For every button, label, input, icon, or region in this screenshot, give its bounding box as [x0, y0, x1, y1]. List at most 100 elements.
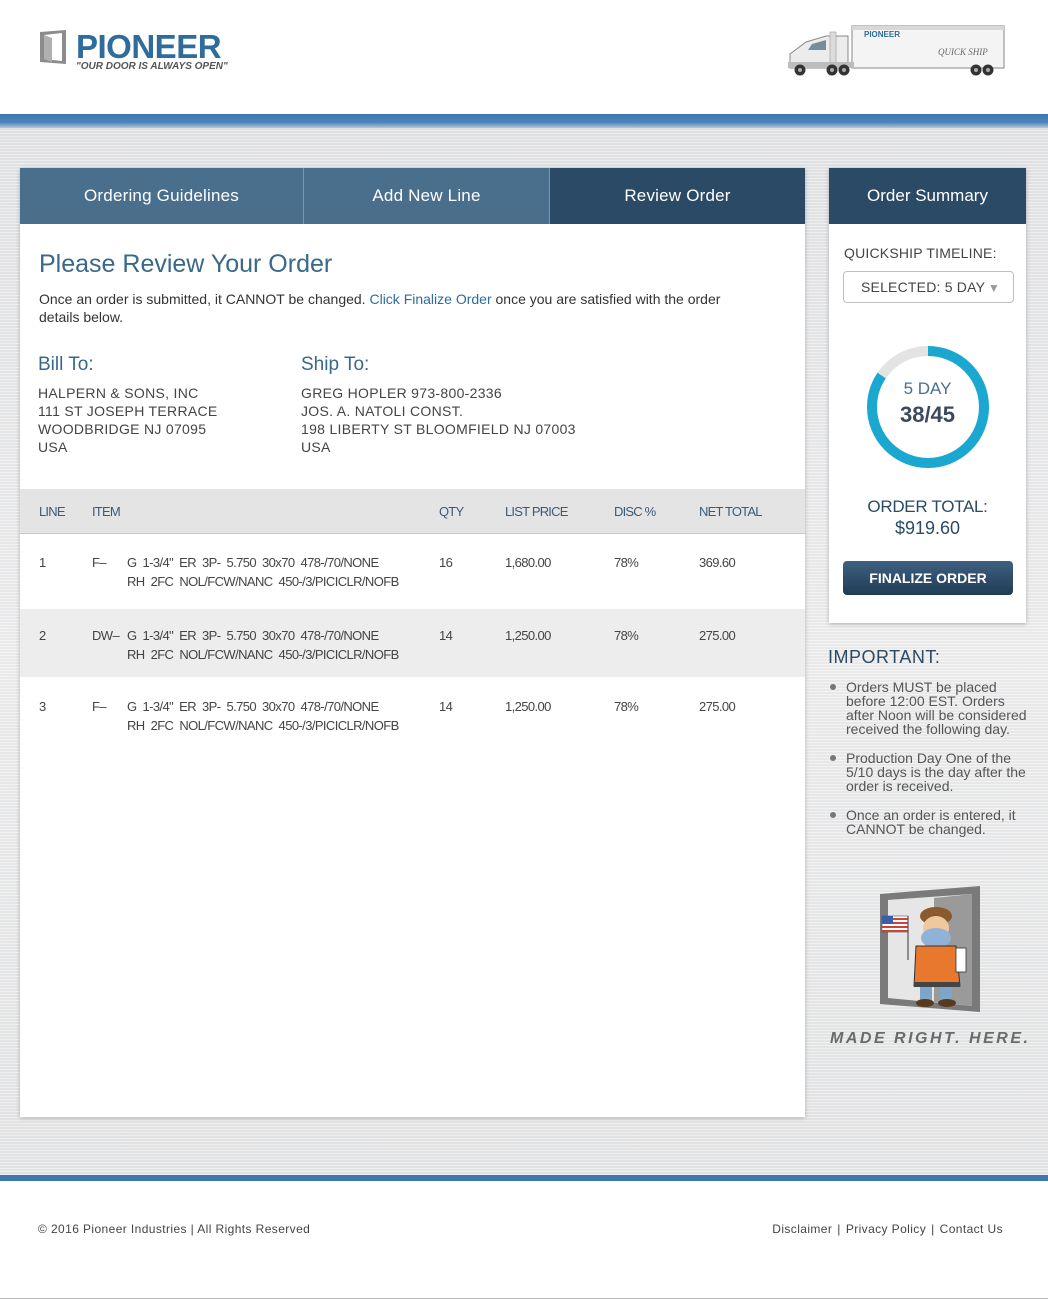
timeline-selected-value: SELECTED: 5 DAY — [861, 279, 986, 295]
disclaimer-link[interactable]: Disclaimer — [772, 1222, 832, 1236]
row-line: 1 — [39, 555, 46, 570]
important-item-text: Production Day One of the 5/10 days is t… — [846, 750, 1026, 794]
truck-brand: PIONEER — [864, 30, 900, 39]
important-item: Production Day One of the 5/10 days is t… — [828, 751, 1028, 793]
row-desc-line2: RH 2FC NOL/FCW/NANC 450-/3/PICICLR/NOFB — [127, 574, 399, 589]
table-header: LINE ITEM QTY LIST PRICE DISC % NET TOTA… — [20, 489, 805, 534]
bill-to-line: WOODBRIDGE NJ 07095 — [38, 421, 207, 437]
site-header: PIONEER "OUR DOOR IS ALWAYS OPEN" PIONEE… — [0, 0, 1048, 114]
order-summary-heading: Order Summary — [829, 168, 1026, 224]
bill-to-address: HALPERN & SONS, INC 111 ST JOSEPH TERRAC… — [38, 384, 218, 456]
review-panel: Ordering Guidelines Add New Line Review … — [20, 168, 805, 1117]
header-divider — [0, 114, 1048, 128]
order-summary-panel: Order Summary QUICKSHIP TIMELINE: SELECT… — [829, 168, 1026, 623]
row-disc: 78% — [614, 628, 639, 643]
row-qty: 14 — [439, 699, 453, 714]
important-list: Orders MUST be placed before 12:00 EST. … — [828, 680, 1028, 851]
bottom-rule — [0, 1298, 1048, 1299]
order-total-label: ORDER TOTAL: — [867, 497, 988, 516]
row-desc-line2: RH 2FC NOL/FCW/NANC 450-/3/PICICLR/NOFB — [127, 718, 399, 733]
door-logo-icon — [40, 30, 66, 64]
col-line: LINE — [39, 504, 65, 519]
bill-to-line: USA — [38, 439, 68, 455]
order-tabs: Ordering Guidelines Add New Line Review … — [20, 168, 805, 224]
col-net-total: NET TOTAL — [699, 504, 762, 519]
ship-to-line: GREG HOPLER 973-800-2336 — [301, 385, 502, 401]
order-lines-table: LINE ITEM QTY LIST PRICE DISC % NET TOTA… — [20, 489, 805, 747]
row-description: G 1-3/4" ER 3P- 5.750 30x70 478-/70/NONE… — [127, 553, 399, 591]
row-description: G 1-3/4" ER 3P- 5.750 30x70 478-/70/NONE… — [127, 626, 399, 664]
bill-to-heading: Bill To: — [38, 354, 94, 375]
copyright-text: © 2016 Pioneer Industries | All Rights R… — [38, 1222, 311, 1236]
pioneer-mascot-icon — [880, 886, 980, 1012]
footer-links: Disclaimer | Privacy Policy | Contact Us — [772, 1222, 1003, 1236]
finalize-order-button[interactable]: FINALIZE ORDER — [843, 561, 1013, 595]
review-note-text: Once an order is submitted, it CANNOT be… — [39, 291, 370, 307]
ship-to-line: USA — [301, 439, 331, 455]
timeline-days-label: 5 DAY — [903, 379, 952, 398]
row-net-total: 275.00 — [699, 699, 736, 714]
important-item: Orders MUST be placed before 12:00 EST. … — [828, 680, 1028, 736]
important-item-text: Orders MUST be placed before 12:00 EST. … — [846, 679, 1027, 737]
row-disc: 78% — [614, 699, 639, 714]
quickship-truck-icon: PIONEER QUICK SHIP — [788, 25, 1005, 76]
chevron-down-icon: ▼ — [987, 281, 1000, 295]
row-desc-line1: G 1-3/4" ER 3P- 5.750 30x70 478-/70/NONE — [127, 555, 379, 570]
table-row[interactable]: 2 DW– G 1-3/4" ER 3P- 5.750 30x70 478-/7… — [20, 609, 805, 677]
made-right-here-slogan: MADE RIGHT. HERE. — [830, 1030, 1031, 1047]
ship-to-address: GREG HOPLER 973-800-2336 JOS. A. NATOLI … — [301, 384, 576, 456]
row-item-code: F– — [92, 699, 107, 714]
row-item-code: DW– — [92, 628, 120, 643]
quickship-timeline-label: QUICKSHIP TIMELINE: — [844, 245, 997, 261]
table-row[interactable]: 1 F– G 1-3/4" ER 3P- 5.750 30x70 478-/70… — [20, 534, 805, 609]
bill-to-line: HALPERN & SONS, INC — [38, 385, 199, 401]
contact-us-link[interactable]: Contact Us — [940, 1222, 1003, 1236]
ship-to-heading: Ship To: — [301, 354, 370, 375]
timeline-capacity-count: 38/45 — [899, 402, 956, 427]
row-net-total: 369.60 — [699, 555, 736, 570]
finalize-order-link[interactable]: Click Finalize Order — [369, 291, 491, 307]
row-desc-line2: RH 2FC NOL/FCW/NANC 450-/3/PICICLR/NOFB — [127, 647, 399, 662]
page-title: Please Review Your Order — [39, 250, 333, 278]
tab-ordering-guidelines[interactable]: Ordering Guidelines — [20, 168, 304, 224]
col-disc: DISC % — [614, 504, 656, 519]
quickship-timeline-select[interactable]: SELECTED: 5 DAY ▼ — [843, 271, 1014, 303]
row-line: 3 — [39, 699, 46, 714]
truck-script: QUICK SHIP — [938, 47, 988, 57]
ship-to-line: JOS. A. NATOLI CONST. — [301, 403, 464, 419]
review-instructions: Once an order is submitted, it CANNOT be… — [39, 290, 739, 326]
row-disc: 78% — [614, 555, 639, 570]
order-total-value: $919.60 — [894, 518, 961, 538]
row-qty: 16 — [439, 555, 453, 570]
logo-tagline: "OUR DOOR IS ALWAYS OPEN" — [76, 61, 228, 72]
pioneer-logo[interactable]: PIONEER "OUR DOOR IS ALWAYS OPEN" — [38, 28, 238, 78]
tab-add-new-line[interactable]: Add New Line — [304, 168, 550, 224]
separator: | — [931, 1222, 935, 1236]
col-qty: QTY — [439, 504, 464, 519]
row-list-price: 1,250.00 — [505, 699, 551, 714]
row-line: 2 — [39, 628, 46, 643]
row-desc-line1: G 1-3/4" ER 3P- 5.750 30x70 478-/70/NONE — [127, 628, 379, 643]
important-item: Once an order is entered, it CANNOT be c… — [828, 808, 1028, 836]
important-heading: IMPORTANT: — [828, 647, 941, 667]
bullet-icon — [830, 684, 836, 690]
row-net-total: 275.00 — [699, 628, 736, 643]
site-footer: © 2016 Pioneer Industries | All Rights R… — [0, 1181, 1048, 1300]
row-list-price: 1,250.00 — [505, 628, 551, 643]
important-item-text: Once an order is entered, it CANNOT be c… — [846, 807, 1016, 837]
table-row[interactable]: 3 F– G 1-3/4" ER 3P- 5.750 30x70 478-/70… — [20, 677, 805, 747]
row-desc-line1: G 1-3/4" ER 3P- 5.750 30x70 478-/70/NONE — [127, 699, 379, 714]
bullet-icon — [830, 755, 836, 761]
ship-to-line: 198 LIBERTY ST BLOOMFIELD NJ 07003 — [301, 421, 576, 437]
row-list-price: 1,680.00 — [505, 555, 551, 570]
row-description: G 1-3/4" ER 3P- 5.750 30x70 478-/70/NONE… — [127, 697, 399, 735]
bill-to-line: 111 ST JOSEPH TERRACE — [38, 403, 218, 419]
separator: | — [837, 1222, 841, 1236]
col-list-price: LIST PRICE — [505, 504, 568, 519]
bullet-icon — [830, 812, 836, 818]
tab-review-order[interactable]: Review Order — [550, 168, 805, 224]
col-item: ITEM — [92, 504, 121, 519]
row-qty: 14 — [439, 628, 453, 643]
row-item-code: F– — [92, 555, 107, 570]
privacy-policy-link[interactable]: Privacy Policy — [846, 1222, 926, 1236]
